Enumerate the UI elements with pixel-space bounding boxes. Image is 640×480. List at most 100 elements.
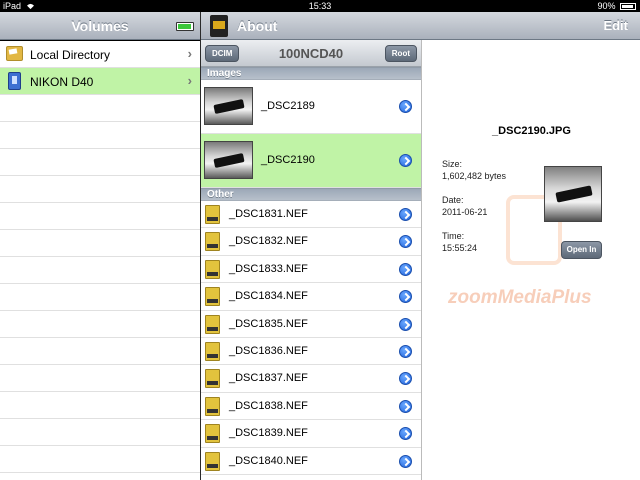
- detail-disclosure-icon[interactable]: [399, 427, 412, 441]
- image-name: _DSC2189: [261, 100, 315, 112]
- file-name: _DSC1836.NEF: [229, 344, 308, 357]
- file-row[interactable]: _DSC1831.NEF: [201, 201, 421, 229]
- empty-row: [0, 203, 200, 230]
- empty-row: [0, 419, 200, 446]
- status-battery: 90%: [597, 1, 636, 11]
- browser-list: Images _DSC2189 _DSC2190 Other _DSC1831.…: [201, 67, 421, 475]
- empty-row: [0, 446, 200, 473]
- detail-disclosure-icon[interactable]: [399, 317, 412, 331]
- file-row[interactable]: _DSC1837.NEF: [201, 365, 421, 393]
- file-name: _DSC1831.NEF: [229, 208, 308, 220]
- file-name: _DSC1833.NEF: [229, 262, 308, 275]
- status-time: 15:33: [308, 1, 332, 11]
- detail-pane: _DSC2190.JPG Size: 1,602,482 bytes Date:…: [421, 40, 640, 480]
- chevron-right-icon: ›: [187, 73, 192, 88]
- file-name: _DSC1837.NEF: [229, 372, 308, 385]
- detail-disclosure-icon[interactable]: [399, 100, 412, 113]
- empty-row: [0, 392, 200, 419]
- file-row[interactable]: _DSC1833.NEF: [201, 256, 421, 284]
- size-label: Size:: [442, 159, 463, 169]
- time-value: 15:55:24: [442, 243, 478, 253]
- battery-icon: [620, 3, 636, 10]
- file-icon: [205, 396, 220, 416]
- file-icon: [205, 314, 220, 334]
- image-row[interactable]: _DSC2189: [201, 80, 421, 134]
- file-icon: [205, 424, 220, 444]
- detail-disclosure-icon[interactable]: [399, 154, 412, 167]
- detail-thumbnail[interactable]: [544, 166, 602, 222]
- memory-card-icon: [8, 72, 21, 90]
- volume-label: NIKON D40: [30, 75, 94, 89]
- time-label: Time:: [442, 231, 465, 241]
- browser-toolbar: DCIM 100NCD40 Root: [201, 40, 421, 67]
- section-header-images: Images: [201, 67, 421, 80]
- file-icon: [205, 232, 220, 252]
- file-icon: [205, 259, 220, 279]
- volume-battery-icon: [176, 22, 194, 31]
- date-label: Date:: [442, 195, 464, 205]
- volume-label: Local Directory: [30, 48, 111, 62]
- detail-filename: _DSC2190.JPG: [492, 125, 571, 137]
- date-value: 2011-06-21: [442, 207, 488, 217]
- detail-disclosure-icon[interactable]: [399, 372, 412, 386]
- image-thumbnail: [204, 87, 253, 125]
- status-bar: iPad 15:33 90%: [0, 0, 640, 12]
- detail-disclosure-icon[interactable]: [399, 454, 412, 468]
- open-in-button[interactable]: Open In: [561, 241, 602, 259]
- file-icon: [205, 287, 220, 307]
- file-icon: [205, 369, 220, 389]
- root-button[interactable]: Root: [384, 45, 417, 62]
- image-name: _DSC2190: [261, 154, 315, 166]
- file-name: _DSC1834.NEF: [229, 290, 308, 303]
- about-navbar: About Edit: [201, 12, 640, 40]
- file-name: _DSC1835.NEF: [229, 317, 308, 330]
- file-name: _DSC1839.NEF: [229, 427, 308, 440]
- edit-button[interactable]: Edit: [603, 18, 628, 33]
- file-icon: [205, 451, 220, 471]
- empty-row: [0, 257, 200, 284]
- battery-percent: 90%: [597, 1, 616, 11]
- file-row[interactable]: _DSC1838.NEF: [201, 393, 421, 421]
- volumes-navbar: Volumes: [0, 12, 200, 40]
- file-row[interactable]: _DSC1834.NEF: [201, 283, 421, 311]
- about-title[interactable]: About: [237, 18, 277, 34]
- section-header-other: Other: [201, 188, 421, 201]
- file-name: _DSC1832.NEF: [229, 235, 308, 248]
- detail-disclosure-icon[interactable]: [399, 235, 412, 249]
- volume-nikon-d40[interactable]: NIKON D40 ›: [0, 68, 200, 95]
- image-row[interactable]: _DSC2190: [201, 134, 421, 188]
- file-row[interactable]: _DSC1835.NEF: [201, 311, 421, 338]
- detail-disclosure-icon[interactable]: [399, 290, 412, 304]
- volumes-list: Local Directory › NIKON D40 ›: [0, 41, 200, 480]
- size-value: 1,602,482 bytes: [442, 171, 507, 181]
- empty-row: [0, 284, 200, 311]
- volumes-title: Volumes: [71, 18, 129, 34]
- empty-row: [0, 230, 200, 257]
- file-browser: DCIM 100NCD40 Root Images _DSC2189 _DSC2…: [201, 40, 421, 480]
- file-row[interactable]: _DSC1840.NEF: [201, 448, 421, 475]
- chevron-right-icon: ›: [187, 46, 192, 61]
- file-row[interactable]: _DSC1836.NEF: [201, 338, 421, 366]
- detail-disclosure-icon[interactable]: [399, 262, 412, 276]
- detail-disclosure-icon[interactable]: [399, 399, 412, 413]
- file-row[interactable]: _DSC1832.NEF: [201, 228, 421, 256]
- volume-local-directory[interactable]: Local Directory ›: [0, 41, 200, 68]
- watermark-text: zoomMediaPlus: [448, 287, 592, 308]
- detail-disclosure-icon[interactable]: [399, 344, 412, 358]
- empty-row: [0, 338, 200, 365]
- file-icon: [205, 341, 220, 361]
- camera-card-icon[interactable]: [210, 15, 228, 37]
- image-thumbnail: [204, 141, 253, 179]
- empty-row: [0, 311, 200, 338]
- empty-row: [0, 95, 200, 122]
- file-icon: [205, 205, 220, 224]
- file-name: _DSC1838.NEF: [229, 399, 308, 412]
- folder-icon: [6, 46, 23, 61]
- file-name: _DSC1840.NEF: [229, 454, 308, 467]
- empty-row: [0, 122, 200, 149]
- empty-row: [0, 176, 200, 203]
- detail-disclosure-icon[interactable]: [399, 208, 412, 221]
- empty-row: [0, 365, 200, 392]
- file-row[interactable]: _DSC1839.NEF: [201, 420, 421, 448]
- empty-row: [0, 149, 200, 176]
